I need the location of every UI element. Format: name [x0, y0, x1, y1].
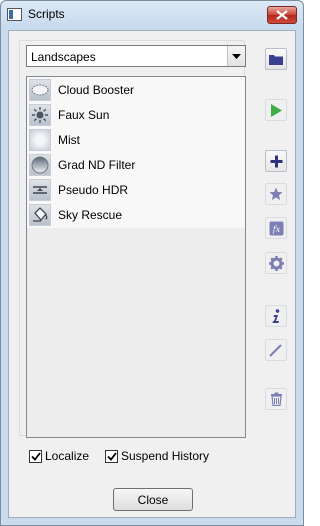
scripts-window: Scripts Landscapes Cloud Booster Faux Su…	[0, 0, 304, 526]
edit-script-button[interactable]	[265, 339, 287, 361]
scripts-list[interactable]: Cloud Booster Faux Sun Mist Grad ND Filt…	[26, 76, 246, 438]
category-dropdown-value: Landscapes	[31, 50, 96, 64]
window-icon	[7, 8, 22, 21]
checkbox-box[interactable]	[29, 449, 42, 463]
hdr-icon	[29, 178, 51, 201]
folder-icon	[269, 55, 283, 65]
delete-script-button[interactable]	[265, 388, 287, 410]
title-bar: Scripts	[1, 1, 303, 29]
paint-bucket-icon	[29, 203, 51, 226]
settings-button[interactable]	[265, 252, 287, 274]
cloud-icon	[29, 78, 51, 101]
trash-icon	[270, 392, 282, 406]
open-folder-button[interactable]	[265, 48, 287, 70]
list-item-label: Mist	[58, 132, 80, 147]
category-dropdown[interactable]: Landscapes	[26, 45, 246, 67]
pencil-icon	[269, 344, 282, 357]
list-item[interactable]: Pseudo HDR	[27, 177, 245, 202]
play-icon	[271, 103, 282, 117]
localize-label: Localize	[45, 449, 90, 463]
close-button[interactable]: Close	[113, 488, 193, 511]
checkbox-box[interactable]	[105, 449, 118, 463]
window-close-button[interactable]	[267, 6, 297, 24]
list-item[interactable]: Faux Sun	[27, 102, 245, 127]
suspend-history-label: Suspend History	[121, 449, 210, 463]
mist-icon	[29, 128, 51, 151]
effects-button[interactable]: fx	[265, 217, 287, 239]
checkmark-icon	[106, 451, 117, 461]
star-icon	[269, 187, 283, 200]
info-icon	[272, 308, 280, 323]
run-script-button[interactable]	[265, 99, 287, 121]
sun-icon	[29, 103, 51, 126]
localize-checkbox[interactable]: Localize	[29, 449, 89, 463]
close-icon	[276, 10, 288, 20]
window-title: Scripts	[28, 7, 65, 21]
list-item[interactable]: Grad ND Filter	[27, 152, 245, 177]
favorite-button[interactable]	[265, 183, 287, 205]
list-item-label: Sky Rescue	[58, 207, 123, 222]
checkmark-icon	[30, 451, 41, 461]
list-item[interactable]: Mist	[27, 127, 245, 152]
gear-icon	[268, 255, 284, 271]
list-item-label: Pseudo HDR	[58, 182, 129, 197]
chevron-down-icon[interactable]	[227, 46, 245, 66]
script-info-button[interactable]	[265, 305, 287, 327]
gradient-filter-icon	[29, 153, 51, 176]
list-item-label: Cloud Booster	[58, 82, 135, 97]
list-item[interactable]: Sky Rescue	[27, 202, 245, 227]
suspend-history-checkbox[interactable]: Suspend History	[105, 449, 209, 463]
plus-icon	[270, 155, 282, 167]
list-item[interactable]: Cloud Booster	[27, 77, 245, 102]
list-item-label: Grad ND Filter	[58, 157, 136, 172]
dialog-body: Landscapes Cloud Booster Faux Sun Mist G…	[8, 30, 296, 518]
list-item-label: Faux Sun	[58, 107, 110, 122]
fx-icon: fx	[269, 221, 283, 235]
svg-text:fx: fx	[271, 225, 280, 234]
add-script-button[interactable]	[265, 150, 287, 172]
